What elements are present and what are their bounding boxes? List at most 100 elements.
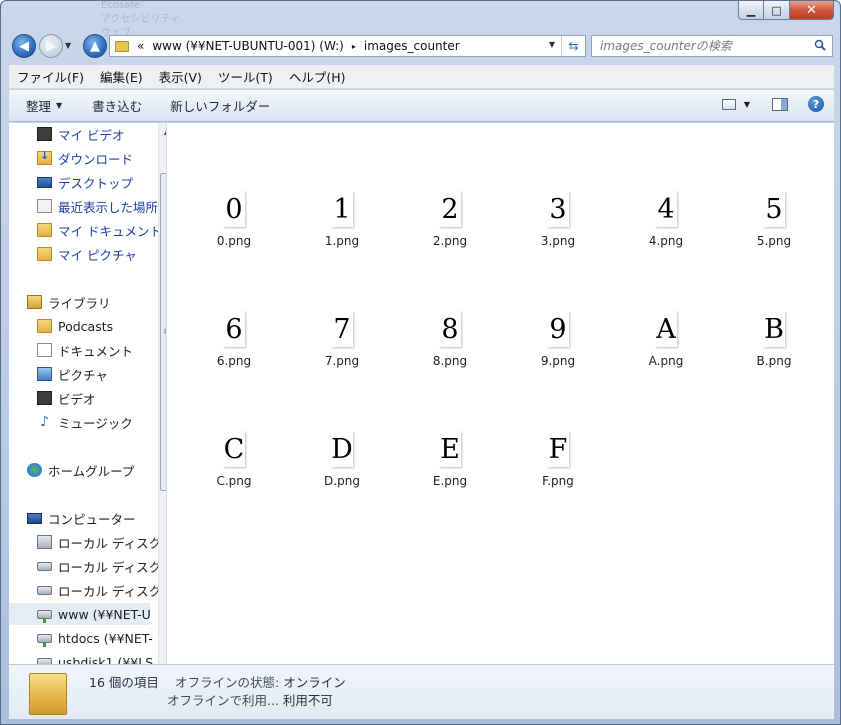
maximize-button[interactable]: □ xyxy=(764,1,790,20)
nav-item-htdocs-drive[interactable]: htdocs (¥¥NET- xyxy=(37,627,153,649)
view-options-dropdown[interactable]: ▼ xyxy=(744,100,750,109)
file-item[interactable]: A A.png xyxy=(621,311,711,391)
search-input[interactable] xyxy=(600,39,800,53)
scroll-up-icon[interactable]: ▲ xyxy=(159,123,166,139)
image-thumbnail: F xyxy=(547,431,569,467)
nav-item-music[interactable]: ♪ ミュージック xyxy=(37,411,133,433)
nav-item-local-disk[interactable]: ローカル ディスク xyxy=(37,579,161,601)
file-item[interactable]: 8 8.png xyxy=(405,311,495,391)
nav-item-homegroup[interactable]: ホームグループ xyxy=(27,459,134,481)
help-icon[interactable]: ? xyxy=(808,96,824,112)
nav-item-library[interactable]: ライブラリ xyxy=(27,291,111,313)
breadcrumb-overflow[interactable]: « xyxy=(137,39,144,53)
nav-item-label: マイ ビデオ xyxy=(58,127,125,143)
menu-file[interactable]: ファイル(F) xyxy=(9,67,92,86)
offline-availability: オフラインで利用... 利用不可 xyxy=(167,690,333,709)
preview-pane-icon[interactable] xyxy=(772,97,788,111)
breadcrumb-separator-icon[interactable]: ▸ xyxy=(352,42,356,51)
image-thumbnail: D xyxy=(331,431,353,467)
image-thumbnail: 9 xyxy=(547,311,569,347)
image-thumbnail: B xyxy=(763,311,785,347)
organize-button[interactable]: 整理 ▼ xyxy=(9,96,71,115)
file-item[interactable]: F F.png xyxy=(513,431,603,511)
file-item[interactable]: D D.png xyxy=(297,431,387,511)
breadcrumb-folder[interactable]: images_counter xyxy=(364,39,460,53)
back-button[interactable]: ◀ xyxy=(12,34,36,58)
offline-availability-value: 利用不可 xyxy=(282,693,333,708)
nav-item-label: Podcasts xyxy=(58,318,114,334)
change-view-icon[interactable] xyxy=(721,98,736,110)
nav-item-my-videos[interactable]: マイ ビデオ xyxy=(37,123,124,145)
windows-disk-icon xyxy=(37,535,52,549)
refresh-button[interactable]: ⇆ xyxy=(561,36,585,56)
music-icon: ♪ xyxy=(40,414,49,430)
nav-item-videos[interactable]: ビデオ xyxy=(37,387,96,409)
file-item[interactable]: 1 1.png xyxy=(297,191,387,271)
breadcrumb-drive[interactable]: www (¥¥NET-UBUNTU-001) (W:) xyxy=(152,39,344,53)
nav-item-my-pictures[interactable]: マイ ピクチャ xyxy=(37,243,137,265)
address-bar[interactable]: « www (¥¥NET-UBUNTU-001) (W:) ▸ images_c… xyxy=(109,35,586,57)
address-history-dropdown[interactable]: ▼ xyxy=(549,40,555,49)
nav-item-my-documents[interactable]: マイ ドキュメント xyxy=(37,219,162,241)
nav-item-podcasts[interactable]: Podcasts xyxy=(37,315,113,337)
file-list: 0 0.png 1 1.png 2 2.png 3 3.png 4 4.png … xyxy=(167,123,834,664)
image-thumbnail: 5 xyxy=(763,191,785,227)
nav-scrollbar[interactable]: ▲ ≡ xyxy=(158,123,166,664)
close-button[interactable]: ✕ xyxy=(790,1,834,20)
recent-pages-dropdown[interactable]: ▼ xyxy=(65,41,71,50)
file-name: 6.png xyxy=(216,354,252,368)
up-folder-button[interactable]: ▲ xyxy=(83,34,107,58)
new-folder-button[interactable]: 新しいフォルダー xyxy=(161,96,279,115)
nav-item-local-disk[interactable]: ローカル ディスク xyxy=(37,555,161,577)
image-thumbnail: C xyxy=(223,431,245,467)
pictures-folder-icon xyxy=(37,247,52,261)
minimize-button[interactable]: ▁ xyxy=(738,1,764,20)
nav-item-computer[interactable]: コンピューター xyxy=(27,507,136,529)
offline-availability-label: オフラインで利用... xyxy=(167,693,279,708)
nav-item-downloads[interactable]: ダウンロード xyxy=(37,147,133,169)
nav-item-recent-places[interactable]: 最近表示した場所 xyxy=(37,195,158,217)
file-name: 9.png xyxy=(540,354,576,368)
nav-item-label: usbdisk1 (¥¥LS xyxy=(58,654,154,665)
nav-item-www-drive[interactable]: www (¥¥NET-U xyxy=(9,603,151,625)
burn-button[interactable]: 書き込む xyxy=(83,96,151,115)
file-item[interactable]: C C.png xyxy=(189,431,279,511)
forward-button[interactable]: ▶ xyxy=(39,34,63,58)
recent-places-icon xyxy=(37,199,52,213)
title-bar[interactable]: Ecosafe アクセシビリティ ウェブ ▁ □ ✕ xyxy=(1,1,840,39)
search-icon[interactable] xyxy=(814,39,826,51)
nav-item-usbdisk-drive[interactable]: usbdisk1 (¥¥LS xyxy=(37,651,153,664)
file-name: 4.png xyxy=(648,234,684,248)
nav-item-desktop[interactable]: デスクトップ xyxy=(37,171,133,193)
file-item[interactable]: 5 5.png xyxy=(729,191,819,271)
menu-help[interactable]: ヘルプ(H) xyxy=(281,67,354,86)
file-item[interactable]: 6 6.png xyxy=(189,311,279,391)
command-bar: 整理 ▼ 書き込む 新しいフォルダー ▼ ? xyxy=(9,90,834,122)
file-item[interactable]: 4 4.png xyxy=(621,191,711,271)
forward-arrow-icon: ▶ xyxy=(46,38,56,54)
scroll-thumb[interactable]: ≡ xyxy=(160,173,166,491)
search-box[interactable] xyxy=(591,35,833,57)
file-name: 5.png xyxy=(756,234,792,248)
nav-item-pictures[interactable]: ピクチャ xyxy=(37,363,108,385)
file-item[interactable]: E E.png xyxy=(405,431,495,511)
nav-item-documents[interactable]: ドキュメント xyxy=(37,339,133,361)
file-item[interactable]: 2 2.png xyxy=(405,191,495,271)
item-count: 16 個の項目 xyxy=(89,675,159,690)
menu-tools[interactable]: ツール(T) xyxy=(210,67,281,86)
picture-icon xyxy=(37,367,52,381)
file-item[interactable]: 9 9.png xyxy=(513,311,603,391)
new-folder-label: 新しいフォルダー xyxy=(170,99,271,114)
file-item[interactable]: B B.png xyxy=(729,311,819,391)
file-item[interactable]: 7 7.png xyxy=(297,311,387,391)
nav-item-label: コンピューター xyxy=(48,511,136,527)
menu-edit[interactable]: 編集(E) xyxy=(92,67,151,86)
file-name: A.png xyxy=(648,354,684,368)
file-name: F.png xyxy=(542,474,574,488)
nav-item-local-disk[interactable]: ローカル ディスク xyxy=(37,531,161,553)
nav-item-label: ミュージック xyxy=(58,415,133,431)
file-item[interactable]: 3 3.png xyxy=(513,191,603,271)
file-item[interactable]: 0 0.png xyxy=(189,191,279,271)
nav-item-label: ローカル ディスク xyxy=(58,535,162,551)
menu-view[interactable]: 表示(V) xyxy=(151,67,210,86)
